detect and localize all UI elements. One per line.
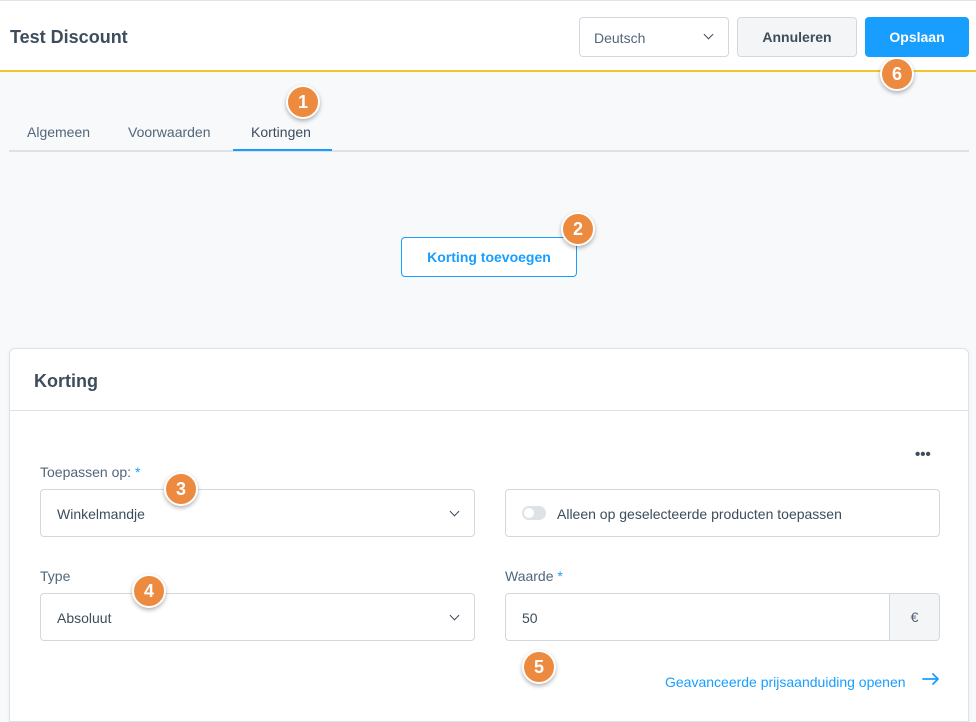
value-input[interactable]: 50	[505, 593, 889, 641]
step-badge-4: 4	[132, 574, 166, 608]
step-badge-3: 3	[164, 472, 198, 506]
toggle-knob	[524, 508, 534, 518]
value-label: Waarde *	[505, 568, 563, 584]
page-title: Test Discount	[10, 27, 128, 47]
chevron-down-icon	[703, 29, 714, 40]
add-discount-button[interactable]: Korting toevoegen	[401, 237, 577, 277]
step-badge-2: 2	[561, 212, 595, 246]
type-value: Absoluut	[57, 610, 112, 626]
language-select-value: Deutsch	[594, 30, 646, 46]
chevron-down-icon	[449, 506, 460, 517]
selected-products-toggle[interactable]	[522, 506, 546, 520]
value-label-text: Waarde	[505, 568, 554, 584]
card-title: Korting	[34, 371, 98, 391]
top-bar: Test Discount Deutsch Annuleren Opslaan	[0, 0, 976, 72]
required-marker: *	[134, 464, 141, 480]
card-header: Korting	[10, 349, 968, 411]
required-marker: *	[557, 568, 563, 584]
more-options-icon[interactable]: •••	[915, 446, 931, 463]
tab-bar: Algemeen Voorwaarden Kortingen	[9, 112, 969, 152]
chevron-down-icon	[449, 610, 460, 621]
save-button[interactable]: Opslaan	[865, 17, 969, 57]
step-badge-1: 1	[286, 85, 320, 119]
tab-discounts[interactable]: Kortingen	[251, 124, 311, 140]
selected-products-toggle-box: Alleen op geselecteerde producten toepas…	[505, 489, 940, 537]
discount-card: Korting ••• Toepassen op: * Winkelmandje…	[9, 348, 969, 722]
active-tab-indicator	[233, 149, 332, 151]
apply-on-label: Toepassen op: *	[40, 464, 140, 480]
language-select[interactable]: Deutsch	[579, 17, 729, 57]
arrow-right-icon[interactable]	[922, 672, 940, 686]
cancel-button[interactable]: Annuleren	[737, 17, 857, 57]
apply-on-value: Winkelmandje	[57, 506, 145, 522]
selected-products-toggle-label: Alleen op geselecteerde producten toepas…	[557, 506, 842, 522]
step-badge-6: 6	[880, 57, 914, 91]
advanced-pricing-link[interactable]: Geavanceerde prijsaanduiding openen	[665, 674, 906, 690]
step-badge-5: 5	[522, 650, 556, 684]
currency-suffix: €	[889, 593, 940, 641]
tab-conditions[interactable]: Voorwaarden	[128, 124, 211, 140]
tab-general[interactable]: Algemeen	[27, 124, 90, 140]
type-label: Type	[40, 568, 71, 584]
apply-on-select[interactable]: Winkelmandje	[40, 489, 475, 537]
type-select[interactable]: Absoluut	[40, 593, 475, 641]
apply-on-label-text: Toepassen op:	[40, 464, 132, 480]
